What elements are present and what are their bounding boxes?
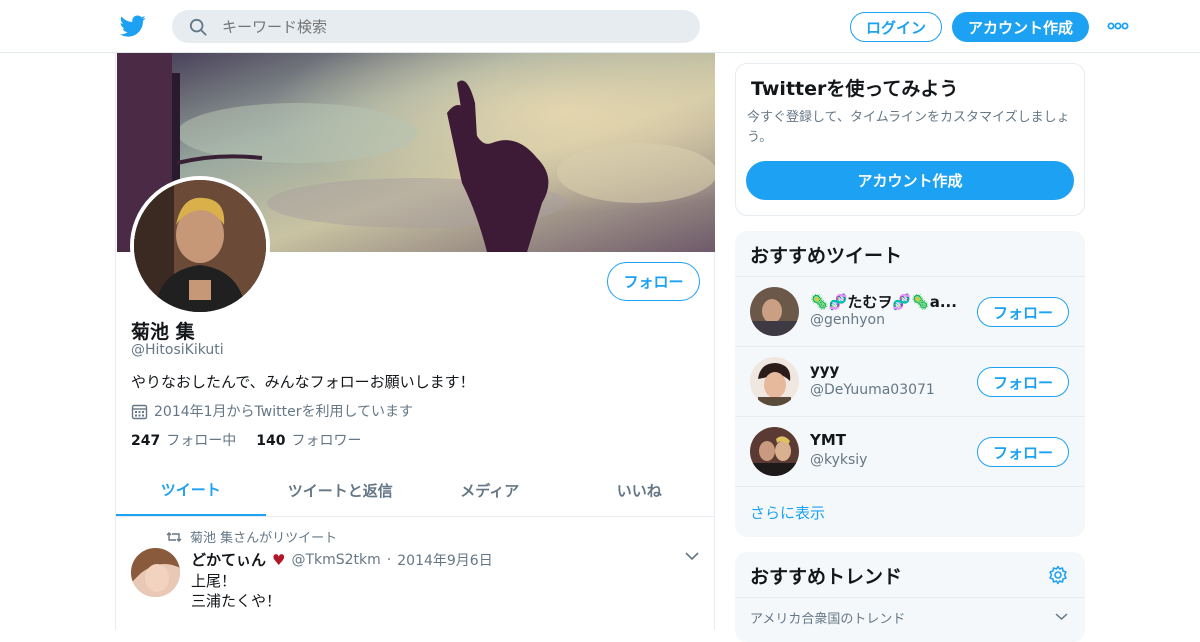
account-avatar[interactable] — [750, 287, 799, 336]
tab-tweets[interactable]: ツイート — [116, 465, 266, 516]
followers-stat[interactable]: 140 フォロワー — [256, 430, 361, 450]
following-count: 247 — [131, 433, 161, 449]
show-more-link[interactable]: さらに表示 — [750, 502, 825, 523]
follow-account-button[interactable]: フォロー — [977, 437, 1069, 467]
login-button[interactable]: ログイン — [850, 12, 942, 42]
signup-card-button[interactable]: アカウント作成 — [746, 161, 1074, 200]
join-date-text: 2014年1月からTwitterを利用しています — [154, 404, 414, 420]
recommended-account-row[interactable]: 🦠🧬たむヲ🧬🦠a... @genhyon フォロー — [735, 276, 1085, 346]
divider — [735, 597, 1085, 598]
profile-stats: 247 フォロー中 140 フォロワー — [131, 430, 361, 450]
search-box[interactable] — [172, 10, 700, 43]
tweet-line: 上尾！ — [191, 572, 237, 590]
tab-media[interactable]: メディア — [415, 465, 565, 516]
tweet-header: どかてぃん ♥ @TkmS2tkm · 2014年9月6日 — [191, 549, 493, 570]
profile-handle[interactable]: @HitosiKikuti — [131, 342, 224, 358]
profile-tabs: ツイート ツイートと返信 メディア いいね — [116, 465, 714, 517]
recommended-account-row[interactable]: YMT @kyksiy フォロー — [735, 416, 1085, 486]
recommended-accounts-card: おすすめツイート 🦠🧬たむヲ🧬🦠a... @genhyon フォロー yyy @… — [735, 231, 1085, 537]
profile-avatar[interactable] — [130, 176, 270, 316]
tweet-author-avatar[interactable] — [131, 548, 180, 597]
chevron-down-icon[interactable] — [1055, 612, 1068, 621]
divider — [735, 486, 1085, 487]
search-input[interactable] — [222, 16, 682, 38]
retweet-context: 菊池 集さんがリツイート — [166, 527, 337, 546]
gear-icon[interactable] — [1048, 565, 1068, 585]
account-name[interactable]: YMT — [810, 431, 970, 449]
signup-card: Twitterを使ってみよう 今すぐ登録して、タイムラインをカスタマイズしましょ… — [735, 63, 1085, 216]
signup-button[interactable]: アカウント作成 — [952, 12, 1089, 42]
tweet-date[interactable]: 2014年9月6日 — [397, 550, 492, 570]
account-name[interactable]: yyy — [810, 361, 970, 379]
top-navigation-bar: ログイン アカウント作成 — [0, 0, 1200, 53]
retweet-icon — [166, 531, 182, 542]
following-label: フォロー中 — [166, 433, 237, 449]
follow-account-button[interactable]: フォロー — [977, 297, 1069, 327]
heart-emoji-icon: ♥ — [272, 550, 286, 569]
tab-likes[interactable]: いいね — [565, 465, 715, 516]
trends-location: アメリカ合衆国のトレンド — [750, 612, 906, 627]
signup-card-text: 今すぐ登録して、タイムラインをカスタマイズしましょう。 — [747, 110, 1070, 145]
follow-button[interactable]: フォロー — [607, 262, 700, 301]
profile-bio: やりなおしたんで、みんなフォローお願いします！ — [131, 373, 475, 391]
recommended-account-row[interactable]: yyy @DeYuuma03071 フォロー — [735, 346, 1085, 416]
calendar-icon — [131, 404, 148, 419]
signup-card-title: Twitterを使ってみよう — [751, 78, 959, 100]
more-dots-icon[interactable] — [1107, 20, 1129, 32]
account-avatar[interactable] — [750, 427, 799, 476]
followers-label: フォロワー — [291, 433, 362, 449]
tweet-author-name[interactable]: どかてぃん — [191, 549, 266, 570]
account-avatar[interactable] — [750, 357, 799, 406]
profile-name: 菊池 集 — [131, 321, 195, 343]
tweet-text: 上尾！ 三浦たくや！ — [191, 571, 281, 611]
follow-account-button[interactable]: フォロー — [977, 367, 1069, 397]
account-handle: @DeYuuma03071 — [810, 382, 935, 398]
account-name[interactable]: 🦠🧬たむヲ🧬🦠a... — [810, 291, 970, 312]
chevron-down-icon[interactable] — [685, 551, 699, 561]
followers-count: 140 — [256, 433, 286, 449]
account-handle: @kyksiy — [810, 452, 868, 468]
account-handle: @genhyon — [810, 312, 885, 328]
tweet-author-handle[interactable]: @TkmS2tkm — [291, 552, 380, 568]
retweet-context-text: 菊池 集さんがリツイート — [190, 531, 338, 546]
following-stat[interactable]: 247 フォロー中 — [131, 430, 236, 450]
tweet-line: 三浦たくや！ — [191, 592, 282, 610]
trends-title: おすすめトレンド — [750, 566, 903, 588]
search-icon — [189, 18, 207, 36]
profile-column: フォロー 菊池 集 @HitosiKikuti やりなおしたんで、みんなフォロー… — [115, 53, 715, 630]
profile-join-date: 2014年1月からTwitterを利用しています — [131, 401, 413, 421]
recommended-title: おすすめツイート — [750, 245, 903, 267]
tweet-dot-separator: · — [386, 551, 392, 568]
trends-card: おすすめトレンド アメリカ合衆国のトレンド — [735, 552, 1085, 642]
tab-tweets-and-replies[interactable]: ツイートと返信 — [266, 465, 416, 516]
twitter-bird-icon[interactable] — [120, 13, 146, 39]
